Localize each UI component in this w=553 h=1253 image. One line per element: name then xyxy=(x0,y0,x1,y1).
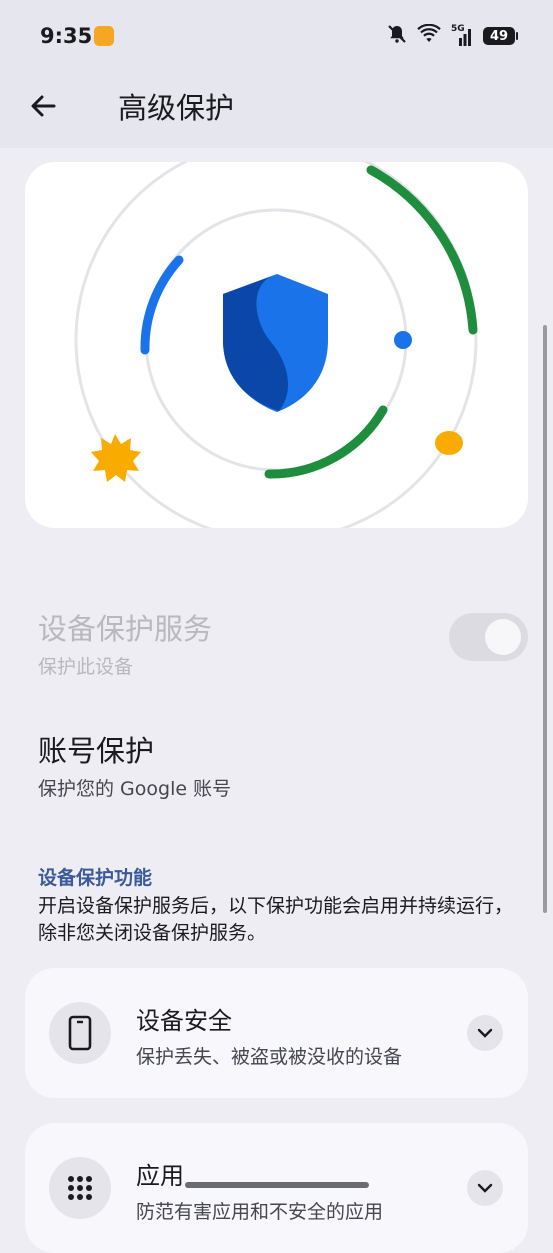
wifi-icon xyxy=(417,23,441,48)
device-protection-title: 设备保护服务 xyxy=(38,612,213,646)
app-bar: 高级保护 xyxy=(0,75,553,148)
features-section-description: 开启设备保护服务后，以下保护功能会启用并持续运行，除非您关闭设备保护服务。 xyxy=(38,895,514,944)
apps-grid-icon xyxy=(49,1157,111,1219)
device-protection-toggle[interactable] xyxy=(449,613,528,661)
battery-level: 49 xyxy=(489,28,509,44)
account-protection-item[interactable]: 账号保护 保护您的 Google 账号 xyxy=(0,720,553,810)
feature-card-apps[interactable]: 应用 防范有害应用和不安全的应用 xyxy=(25,1123,528,1253)
back-button[interactable] xyxy=(26,89,60,123)
feature-card-title: 设备安全 xyxy=(136,1007,232,1035)
device-protection-subtitle: 保护此设备 xyxy=(38,656,134,678)
toggle-knob xyxy=(485,619,521,655)
scrollbar[interactable] xyxy=(543,325,547,913)
account-protection-title: 账号保护 xyxy=(38,734,155,768)
home-indicator[interactable] xyxy=(185,1182,369,1188)
feature-card-title: 应用 xyxy=(136,1162,184,1190)
hero-illustration xyxy=(25,162,528,528)
page-title: 高级保护 xyxy=(118,91,235,125)
back-arrow-icon xyxy=(31,95,56,117)
expand-chevron-icon[interactable] xyxy=(467,1170,503,1206)
battery-icon: 49 xyxy=(483,27,518,45)
app-notification-icon xyxy=(94,26,114,46)
cellular-signal-icon: 5G xyxy=(451,24,473,46)
status-bar: 9:35 5G 49 xyxy=(0,0,553,75)
notifications-muted-icon xyxy=(387,24,407,48)
expand-chevron-icon[interactable] xyxy=(467,1015,503,1051)
phone-icon xyxy=(49,1002,111,1064)
status-icons: 5G 49 xyxy=(387,23,518,48)
feature-card-subtitle: 防范有害应用和不安全的应用 xyxy=(136,1201,384,1223)
feature-card-subtitle: 保护丢失、被盗或被没收的设备 xyxy=(136,1046,403,1068)
account-protection-subtitle: 保护您的 Google 账号 xyxy=(38,778,232,800)
feature-card-device-security[interactable]: 设备安全 保护丢失、被盗或被没收的设备 xyxy=(25,968,528,1098)
status-time: 9:35 xyxy=(40,24,93,48)
features-section-header: 设备保护功能 xyxy=(38,867,153,889)
device-protection-row: 设备保护服务 保护此设备 xyxy=(0,596,553,686)
